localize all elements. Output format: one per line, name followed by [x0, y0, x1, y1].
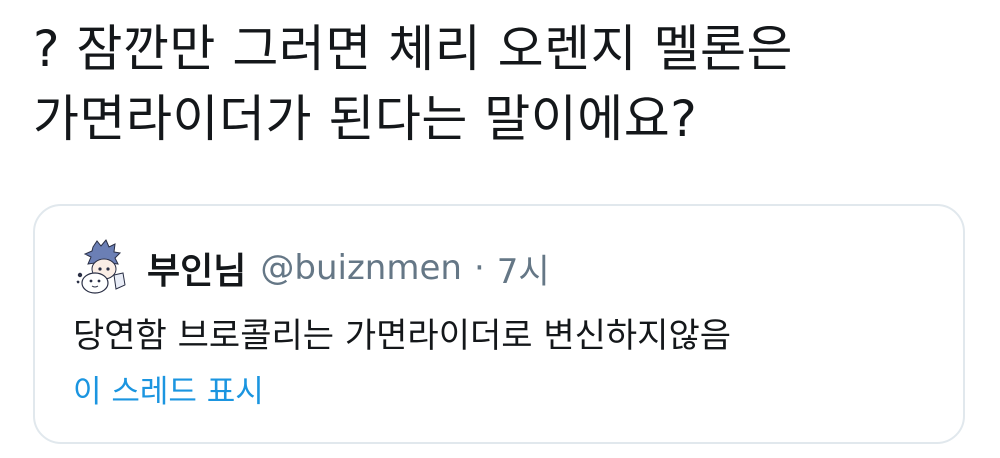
quoted-tweet-header: 부인님 @buiznmen · 7시	[73, 238, 550, 298]
show-thread-link[interactable]: 이 스레드 표시	[73, 368, 264, 416]
author-name[interactable]: 부인님	[147, 242, 246, 294]
tweet-page: ? 잠깐만 그러면 체리 오렌지 멜론은 가면라이더가 된다는 말이에요? 부인…	[0, 0, 1000, 458]
tweet-text-line-1: ? 잠깐만 그러면 체리 오렌지 멜론은	[33, 20, 794, 78]
timestamp[interactable]: 7시	[497, 244, 550, 293]
tweet-text: ? 잠깐만 그러면 체리 오렌지 멜론은 가면라이더가 된다는 말이에요?	[33, 14, 973, 154]
avatar[interactable]	[73, 239, 131, 297]
cartoon-avatar-icon	[73, 239, 131, 297]
quoted-tweet-text: 당연함 브로콜리는 가면라이더로 변신하지않음	[73, 316, 732, 356]
quoted-tweet-card[interactable]: 부인님 @buiznmen · 7시 당연함 브로콜리는 가면라이더로 변신하지…	[33, 204, 965, 444]
tweet-text-line-2: 가면라이더가 된다는 말이에요?	[33, 90, 698, 148]
author-handle[interactable]: @buiznmen	[260, 248, 462, 288]
header-separator: ·	[473, 248, 485, 288]
